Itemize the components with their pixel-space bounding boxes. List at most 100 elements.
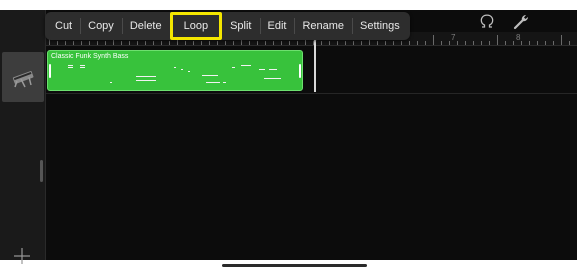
ruler-tick <box>553 41 554 45</box>
ruler-tick <box>105 41 106 45</box>
midi-note <box>188 71 190 72</box>
ruler-tick <box>225 41 226 45</box>
midi-note <box>264 78 281 79</box>
region-right-trim-handle[interactable] <box>299 64 301 78</box>
synth-keyboard-icon <box>12 71 34 88</box>
ruler-tick <box>233 41 234 45</box>
tuning-fork-icon[interactable] <box>476 10 498 32</box>
midi-region[interactable]: Classic Funk Synth Bass <box>47 50 303 91</box>
midi-note <box>232 67 235 68</box>
midi-note <box>136 80 156 81</box>
ruler-tick <box>97 41 98 45</box>
midi-note <box>181 69 183 70</box>
ruler-tick <box>441 41 442 45</box>
ruler-tick <box>545 41 546 45</box>
ruler-tick <box>169 41 170 45</box>
ruler-tick <box>73 41 74 45</box>
ruler-tick <box>57 41 58 45</box>
midi-note <box>110 82 112 83</box>
ruler-tick <box>337 41 338 45</box>
ruler-tick <box>289 41 290 45</box>
ruler-tick <box>89 41 90 45</box>
ruler-tick <box>521 41 522 45</box>
lane-divider <box>46 93 577 94</box>
menu-item-split[interactable]: Split <box>222 12 259 40</box>
garageband-tracks-view: 7 8 Classic Funk Synth Bass Cut Copy Del… <box>0 0 577 270</box>
ruler-tick <box>385 41 386 45</box>
ruler-tick <box>281 41 282 45</box>
bar-number: 7 <box>451 33 456 42</box>
ruler-tick <box>161 41 162 45</box>
menu-item-settings[interactable]: Settings <box>352 12 408 40</box>
menu-item-copy[interactable]: Copy <box>80 12 122 40</box>
ruler-tick <box>513 41 514 45</box>
midi-note <box>206 82 220 83</box>
ruler-tick <box>449 41 450 45</box>
ruler-tick <box>529 41 530 45</box>
region-context-menu: Cut Copy Delete Loop Split Edit Rename S… <box>45 12 410 40</box>
midi-note <box>80 65 85 66</box>
ruler-tick <box>193 41 194 45</box>
menu-item-delete[interactable]: Delete <box>121 12 170 40</box>
track-timeline[interactable]: Classic Funk Synth Bass <box>46 33 577 260</box>
bar-number: 8 <box>516 33 521 42</box>
ruler-tick <box>377 41 378 45</box>
ruler-tick <box>209 41 210 45</box>
ruler-tick <box>497 35 498 45</box>
track-resize-handle[interactable] <box>40 160 43 182</box>
ruler-tick <box>561 35 562 45</box>
ruler-tick <box>353 41 354 45</box>
midi-note <box>259 69 265 70</box>
menu-item-edit[interactable]: Edit <box>259 12 295 40</box>
ruler-tick <box>401 41 402 45</box>
ruler-tick <box>257 41 258 45</box>
ruler-tick <box>425 41 426 45</box>
ruler-tick <box>417 41 418 45</box>
ruler-tick <box>65 41 66 45</box>
midi-note <box>136 76 156 77</box>
midi-note <box>80 67 85 68</box>
ruler-tick <box>321 41 322 45</box>
midi-note <box>174 67 176 68</box>
ruler-tick <box>433 35 434 45</box>
midi-note <box>223 82 226 83</box>
ruler-tick <box>457 41 458 45</box>
ruler-tick <box>473 41 474 45</box>
ruler-tick <box>329 41 330 45</box>
ruler-tick <box>137 41 138 45</box>
midi-note <box>68 67 73 68</box>
ruler-tick <box>537 41 538 45</box>
midi-note <box>68 65 73 66</box>
ruler-tick <box>153 41 154 45</box>
track-header-column <box>0 10 46 264</box>
ruler-tick <box>129 41 130 45</box>
menu-item-cut[interactable]: Cut <box>47 12 80 40</box>
ruler-tick <box>481 41 482 45</box>
ruler-tick <box>185 41 186 45</box>
ruler-tick <box>409 41 410 45</box>
ruler-tick <box>265 41 266 45</box>
ruler-tick <box>465 41 466 45</box>
ruler-tick <box>505 41 506 45</box>
midi-note <box>269 69 277 70</box>
region-left-trim-handle[interactable] <box>49 64 51 78</box>
ruler-tick <box>361 41 362 45</box>
ruler-tick <box>249 41 250 45</box>
home-indicator <box>222 264 367 267</box>
ruler-tick <box>145 41 146 45</box>
menu-item-loop[interactable]: Loop <box>169 12 223 40</box>
top-border <box>0 0 577 10</box>
ruler-tick <box>201 41 202 45</box>
ruler-tick <box>393 41 394 45</box>
ruler-tick <box>297 41 298 45</box>
ruler-tick <box>345 41 346 45</box>
ruler-tick <box>121 41 122 45</box>
playhead[interactable] <box>314 39 316 92</box>
track-header-synth[interactable] <box>2 52 44 102</box>
add-track-button[interactable] <box>12 246 32 266</box>
midi-note <box>202 75 218 76</box>
wrench-icon[interactable] <box>510 10 532 32</box>
menu-item-rename[interactable]: Rename <box>294 12 352 40</box>
ruler-tick <box>489 41 490 45</box>
ruler-tick <box>569 41 570 45</box>
